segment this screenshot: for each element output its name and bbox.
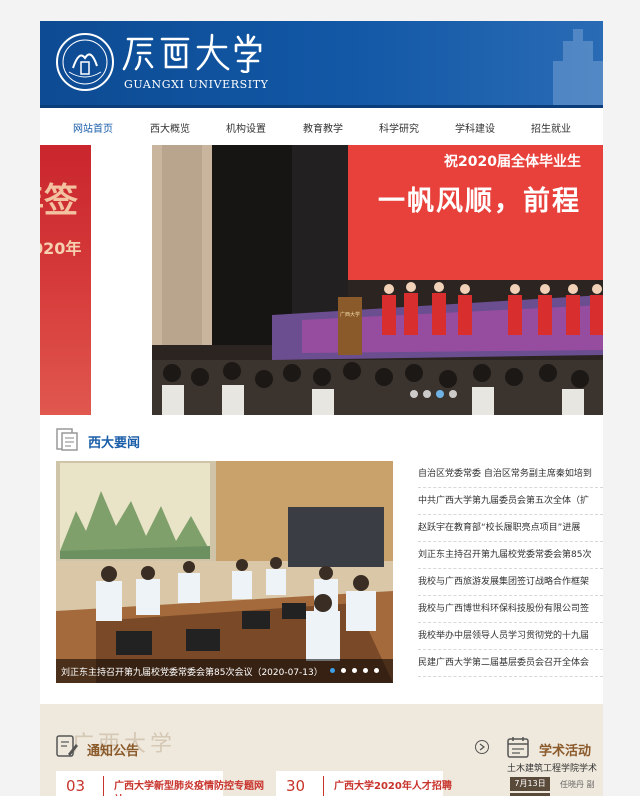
notice-title[interactable]: 广西大学2020年人才招聘: [334, 777, 452, 792]
nav-item-departments[interactable]: 机构设置: [226, 120, 266, 135]
photo-dot[interactable]: [341, 668, 346, 673]
news-list: 自治区党委常委 自治区常务副主席秦如培到 中共广西大学第九届委员会第五次全体（扩…: [418, 461, 603, 677]
notice-icon: [56, 735, 78, 757]
academic-section-title[interactable]: 学术活动: [539, 740, 591, 759]
slide-headline-1: 祝2020届全体毕业生: [444, 154, 581, 170]
carousel-current-slide[interactable]: 祝2020届全体毕业生 一帆风顺，前程 广西大学: [152, 145, 603, 415]
carousel-dot[interactable]: [410, 390, 418, 398]
news-list-item[interactable]: 自治区党委常委 自治区常务副主席秦如培到: [418, 461, 603, 488]
nav-item-admissions[interactable]: 招生就业: [531, 120, 571, 135]
notice-divider: [103, 776, 104, 796]
university-english-name: GUANGXI UNIVERSITY: [124, 78, 269, 91]
news-list-item[interactable]: 我校举办中层领导人员学习贯彻党的十九届: [418, 623, 603, 650]
prev-slide-year: 020年: [40, 239, 82, 258]
photo-dot[interactable]: [352, 668, 357, 673]
photo-caption-text[interactable]: 刘正东主持召开第九届校党委常委会第85次会议（2020-07-13）: [61, 665, 323, 678]
news-section-title[interactable]: 西大要闻: [88, 432, 140, 451]
news-list-item[interactable]: 赵跃宇在教育部“校长履职亮点项目”进展: [418, 515, 603, 542]
carousel-dot-active[interactable]: [436, 390, 444, 398]
news-list-item[interactable]: 中共广西大学第九届委员会第五次全体（扩: [418, 488, 603, 515]
notices-section-title[interactable]: 通知公告: [87, 740, 139, 759]
nav-item-education[interactable]: 教育教学: [303, 120, 343, 135]
carousel-prev-slide[interactable]: 年签 020年: [40, 145, 91, 415]
carousel-dot[interactable]: [423, 390, 431, 398]
photo-carousel-dots: [330, 668, 379, 673]
photo-dot[interactable]: [374, 668, 379, 673]
podium-label: 广西大学: [340, 312, 361, 318]
hero-carousel[interactable]: 年签 020年: [40, 145, 603, 415]
calendar-icon: [507, 737, 529, 758]
slide-headline-2: 一帆风顺，前程: [378, 186, 581, 217]
news-list-item[interactable]: 刘正东主持召开第九届校党委常委会第85次: [418, 542, 603, 569]
page: GUANGXI UNIVERSITY 网站首页 西大概览 机构设置 教育教学 科…: [40, 21, 603, 796]
news-list-item[interactable]: 我校与广西旅游发展集团签订战略合作框架: [418, 569, 603, 596]
notice-day: 30: [286, 777, 306, 795]
news-photo-carousel[interactable]: 刘正东主持召开第九届校党委常委会第85次会议（2020-07-13）: [56, 461, 393, 683]
university-seal-icon[interactable]: [55, 32, 115, 92]
news-list-item[interactable]: 民建广西大学第二届基层委员会召开全体会: [418, 650, 603, 677]
photo-dot[interactable]: [363, 668, 368, 673]
nav-item-disciplines[interactable]: 学科建设: [455, 120, 495, 135]
main-nav: 网站首页 西大概览 机构设置 教育教学 科学研究 学科建设 招生就业: [40, 108, 603, 146]
meeting-photo: [56, 461, 393, 683]
university-name-calligraphy[interactable]: [122, 31, 262, 73]
nav-item-overview[interactable]: 西大概览: [150, 120, 190, 135]
news-icon: [56, 428, 78, 451]
photo-caption-bar: 刘正东主持召开第九届校党委常委会第85次会议（2020-07-13）: [56, 659, 393, 683]
notice-divider: [323, 776, 324, 796]
header-building-decoration: [553, 29, 603, 105]
site-header: GUANGXI UNIVERSITY: [40, 21, 603, 108]
notice-card[interactable]: 30 广西大学2020年人才招聘: [276, 771, 452, 796]
notices-more-button[interactable]: [475, 740, 489, 754]
nav-item-home[interactable]: 网站首页: [73, 120, 113, 135]
academic-item-speaker: 任晓丹 副: [560, 780, 595, 789]
academic-item-title[interactable]: 土木建筑工程学院学术: [507, 761, 597, 774]
notices-academic-section: 广西大学 通知公告 学术活动 03 广西大学新型肺炎疫情防控专题网 站: [40, 704, 603, 796]
photo-dot-active[interactable]: [330, 668, 335, 673]
academic-item-date: 7月13日: [510, 777, 550, 791]
notice-day: 03: [66, 777, 86, 795]
notice-title[interactable]: 广西大学新型肺炎疫情防控专题网: [114, 777, 264, 792]
carousel-dot[interactable]: [449, 390, 457, 398]
chevron-right-icon: [479, 743, 485, 751]
news-list-item[interactable]: 我校与广西博世科环保科技股份有限公司签: [418, 596, 603, 623]
notice-card[interactable]: 03 广西大学新型肺炎疫情防控专题网 站: [56, 771, 264, 796]
carousel-dots: [410, 390, 457, 398]
notice-title-cont[interactable]: 站: [114, 791, 124, 796]
nav-item-research[interactable]: 科学研究: [379, 120, 419, 135]
prev-slide-text: 年签: [40, 181, 78, 221]
